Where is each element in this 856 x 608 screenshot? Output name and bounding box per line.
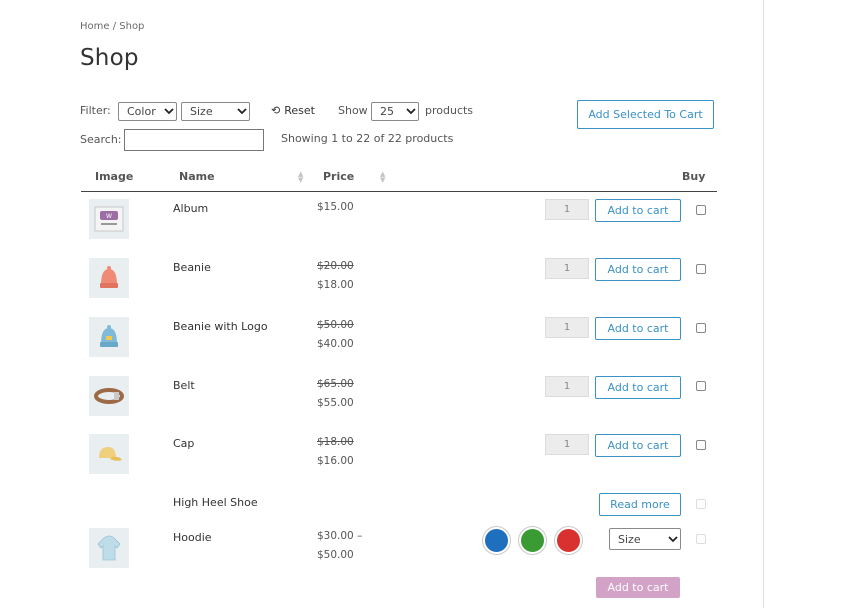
select-checkbox[interactable] bbox=[696, 264, 706, 274]
add-to-cart-button[interactable]: Add to cart bbox=[595, 376, 681, 399]
select-checkbox[interactable] bbox=[696, 205, 706, 215]
product-name[interactable]: High Heel Shoe bbox=[173, 496, 258, 509]
product-price-from: $30.00 – bbox=[317, 530, 363, 542]
chevron-down-icon bbox=[162, 105, 176, 119]
show-count-select[interactable]: 25 bbox=[371, 102, 419, 121]
select-checkbox bbox=[696, 534, 706, 544]
product-name[interactable]: Cap bbox=[173, 437, 194, 450]
product-thumbnail-album[interactable]: W bbox=[89, 199, 129, 239]
reset-button[interactable]: ⟲ Reset bbox=[271, 104, 315, 117]
column-header-buy: Buy bbox=[682, 170, 706, 183]
add-to-cart-button-disabled: Add to cart bbox=[596, 577, 680, 598]
sidebar-divider bbox=[763, 0, 764, 608]
page-title: Shop bbox=[80, 45, 139, 71]
product-price-to: $50.00 bbox=[317, 549, 354, 561]
product-thumbnail-cap[interactable] bbox=[89, 434, 129, 474]
chevron-down-icon bbox=[235, 105, 249, 119]
show-suffix: products bbox=[425, 104, 474, 117]
variation-size-select[interactable]: Size bbox=[609, 528, 681, 550]
add-selected-to-cart-button[interactable]: Add Selected To Cart bbox=[577, 100, 714, 129]
size-filter-value: Size bbox=[190, 105, 213, 118]
select-checkbox bbox=[696, 499, 706, 509]
beanie-image-icon bbox=[100, 266, 118, 288]
color-swatch-blue[interactable] bbox=[483, 527, 510, 554]
select-checkbox[interactable] bbox=[696, 381, 706, 391]
album-image-icon: W bbox=[94, 206, 124, 232]
select-checkbox[interactable] bbox=[696, 323, 706, 333]
product-name[interactable]: Hoodie bbox=[173, 531, 212, 544]
product-price: $16.00 bbox=[317, 455, 354, 467]
add-to-cart-button[interactable]: Add to cart bbox=[595, 258, 681, 281]
product-old-price: $65.00 bbox=[317, 378, 354, 390]
hoodie-image-icon bbox=[97, 535, 121, 561]
product-old-price: $50.00 bbox=[317, 319, 354, 331]
sort-price-icon[interactable]: ▲ ▼ bbox=[380, 171, 385, 184]
quantity-input[interactable]: 1 bbox=[545, 199, 589, 220]
product-thumbnail-beanie[interactable] bbox=[89, 258, 129, 298]
add-to-cart-button[interactable]: Add to cart bbox=[595, 199, 681, 222]
product-price: $15.00 bbox=[317, 201, 354, 213]
quantity-input[interactable]: 1 bbox=[545, 317, 589, 338]
variation-size-value: Size bbox=[618, 532, 641, 546]
add-to-cart-button[interactable]: Add to cart bbox=[595, 434, 681, 457]
product-price: $55.00 bbox=[317, 397, 354, 409]
quantity-input[interactable]: 1 bbox=[545, 258, 589, 279]
reset-label: Reset bbox=[284, 104, 315, 117]
svg-text:W: W bbox=[106, 213, 112, 220]
product-price: $40.00 bbox=[317, 338, 354, 350]
product-thumbnail-hoodie[interactable] bbox=[89, 528, 129, 568]
search-label: Search: bbox=[80, 133, 122, 146]
chevron-down-icon bbox=[404, 105, 418, 119]
reset-icon: ⟲ bbox=[271, 104, 281, 117]
product-old-price: $18.00 bbox=[317, 436, 354, 448]
column-header-price[interactable]: Price bbox=[323, 170, 354, 183]
cap-image-icon bbox=[99, 447, 122, 461]
product-thumbnail-belt[interactable] bbox=[89, 376, 129, 416]
chevron-down-icon bbox=[666, 532, 680, 546]
quantity-input[interactable]: 1 bbox=[545, 434, 589, 455]
show-count-value: 25 bbox=[380, 105, 394, 118]
belt-image-icon bbox=[94, 388, 124, 404]
table-header-rule bbox=[81, 191, 717, 192]
show-label: Show bbox=[338, 104, 368, 117]
color-select-value: Color bbox=[127, 105, 156, 118]
beanie-logo-image-icon bbox=[100, 325, 118, 347]
search-input[interactable] bbox=[124, 129, 264, 151]
column-header-image: Image bbox=[95, 170, 134, 183]
read-more-button[interactable]: Read more bbox=[599, 493, 681, 516]
breadcrumb: Home / Shop bbox=[80, 21, 145, 32]
product-name[interactable]: Belt bbox=[173, 379, 195, 392]
quantity-input[interactable]: 1 bbox=[545, 376, 589, 397]
size-filter-select[interactable]: Size bbox=[181, 102, 250, 121]
add-to-cart-button[interactable]: Add to cart bbox=[595, 317, 681, 340]
color-select[interactable]: Color bbox=[118, 102, 177, 121]
showing-count-text: Showing 1 to 22 of 22 products bbox=[281, 132, 454, 145]
product-price: $18.00 bbox=[317, 279, 354, 291]
product-name[interactable]: Album bbox=[173, 202, 208, 215]
color-swatch-red[interactable] bbox=[555, 527, 582, 554]
product-thumbnail-beanie-with-logo[interactable] bbox=[89, 317, 129, 357]
product-name[interactable]: Beanie bbox=[173, 261, 211, 274]
product-name[interactable]: Beanie with Logo bbox=[173, 320, 268, 333]
filter-label: Filter: bbox=[80, 104, 111, 117]
color-swatch-green[interactable] bbox=[519, 527, 546, 554]
column-header-name[interactable]: Name bbox=[179, 170, 215, 183]
select-checkbox[interactable] bbox=[696, 440, 706, 450]
product-old-price: $20.00 bbox=[317, 260, 354, 272]
sort-name-icon[interactable]: ▲ ▼ bbox=[298, 171, 303, 184]
